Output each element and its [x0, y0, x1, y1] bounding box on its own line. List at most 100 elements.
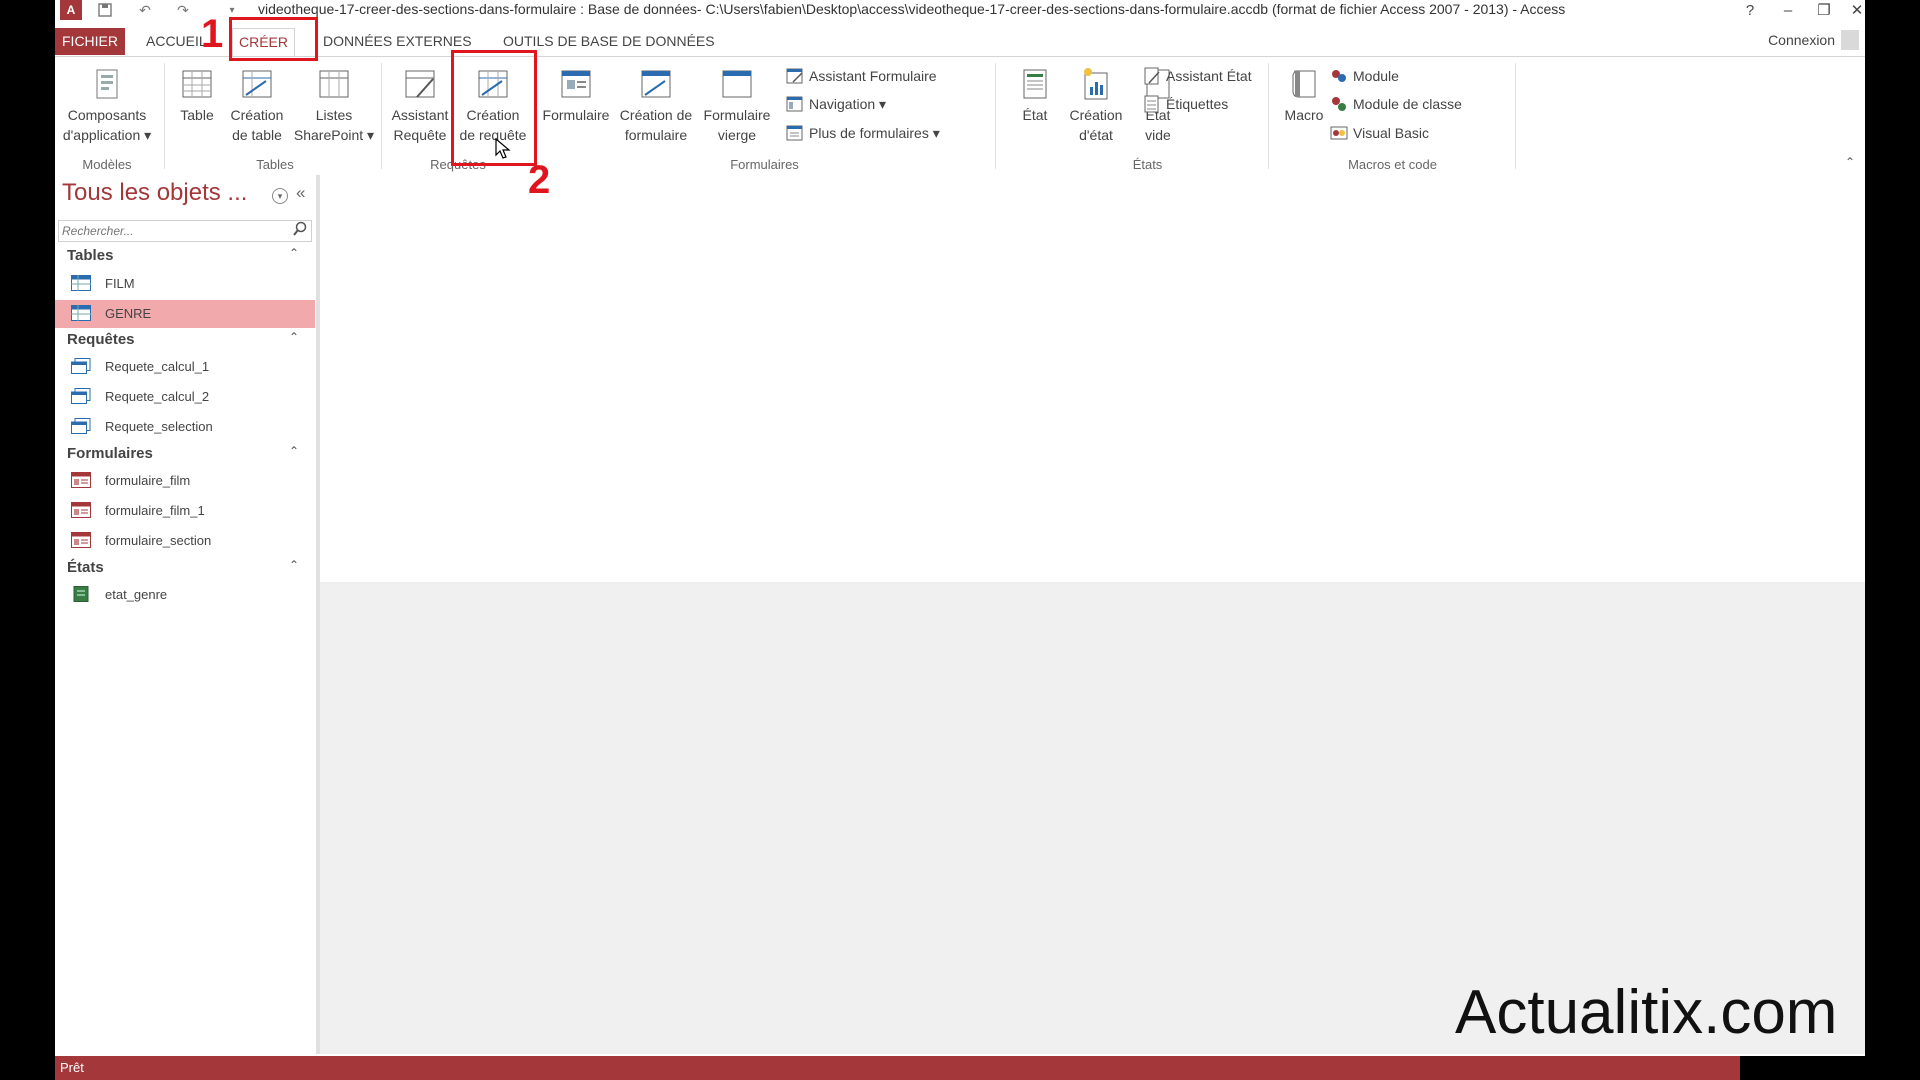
navigation-icon [786, 96, 803, 112]
nav-category-requetes[interactable]: Requêtes ⌃ [55, 329, 315, 353]
user-avatar[interactable] [1841, 30, 1859, 50]
nav-item-formulaire-section[interactable]: formulaire_section [55, 527, 315, 555]
group-label-formulaires: Formulaires [730, 157, 799, 172]
sharepoint-lists-button[interactable]: Listes SharePoint ▾ [291, 67, 377, 145]
more-forms-button[interactable]: Plus de formulaires ▾ [786, 124, 940, 142]
nav-category-formulaires[interactable]: Formulaires ⌃ [55, 443, 315, 467]
collapse-category-icon[interactable]: ⌃ [289, 558, 299, 572]
signin-link[interactable]: Connexion [1768, 32, 1835, 48]
group-separator [1515, 63, 1516, 169]
annotation-highlight-query-design [451, 50, 537, 166]
class-module-button[interactable]: Module de classe [1330, 95, 1462, 113]
nav-item-formulaire-film-1[interactable]: formulaire_film_1 [55, 497, 315, 525]
report-button[interactable]: État [1010, 67, 1060, 125]
nav-category-etats[interactable]: États ⌃ [55, 557, 315, 581]
query-wizard-icon [405, 70, 435, 98]
table-design-label: Création de table [230, 107, 284, 143]
group-label-tables: Tables [256, 157, 294, 172]
nav-item-label: Requete_selection [105, 419, 213, 434]
form-design-button[interactable]: Création de formulaire [616, 67, 696, 145]
sharepoint-lists-icon [319, 70, 349, 98]
redo-icon[interactable]: ↷ [173, 0, 193, 20]
module-label: Module [1353, 68, 1399, 84]
collapse-nav-pane-icon[interactable]: « [296, 183, 305, 203]
annotation-step-1: 1 [201, 12, 224, 56]
nav-item-label: Requete_calcul_1 [105, 359, 210, 374]
nav-item-label: etat_genre [105, 587, 168, 602]
app-parts-button[interactable]: Composants d'application ▾ [55, 67, 159, 145]
module-button[interactable]: Module [1330, 67, 1399, 85]
nav-item-requete-calcul-2[interactable]: Requete_calcul_2 [55, 383, 315, 411]
collapse-category-icon[interactable]: ⌃ [289, 330, 299, 344]
form-icon [71, 532, 91, 548]
tab-file[interactable]: FICHIER [55, 28, 125, 55]
nav-item-film[interactable]: FILM [55, 270, 315, 298]
status-text: Prêt [60, 1060, 84, 1075]
sharepoint-lists-label: Listes SharePoint [293, 107, 364, 143]
nav-item-genre[interactable]: GENRE [55, 300, 315, 328]
group-label-etats: États [1132, 157, 1163, 172]
minimize-button[interactable]: – [1773, 0, 1803, 20]
form-wizard-label: Assistant Formulaire [809, 68, 937, 84]
visual-basic-label: Visual Basic [1353, 125, 1430, 141]
form-button[interactable]: Formulaire [538, 67, 614, 125]
app-parts-label: Composants d'application [62, 107, 147, 143]
nav-item-label: GENRE [105, 306, 152, 321]
collapse-category-icon[interactable]: ⌃ [289, 444, 299, 458]
group-separator [381, 63, 382, 169]
nav-category-label: Requêtes [67, 331, 135, 348]
undo-icon[interactable]: ↶ [135, 0, 155, 20]
search-box [58, 220, 312, 242]
query-wizard-button[interactable]: Assistant Requête [385, 67, 455, 145]
report-design-button[interactable]: Création d'état [1063, 67, 1129, 145]
table-design-button[interactable]: Création de table [225, 67, 289, 145]
report-wizard-button[interactable]: Assistant État [1143, 67, 1252, 85]
table-icon [71, 305, 91, 321]
nav-item-formulaire-film[interactable]: formulaire_film [55, 467, 315, 495]
restore-button[interactable]: ❐ [1809, 0, 1839, 20]
more-forms-label: Plus de formulaires [809, 125, 929, 141]
workspace [320, 175, 1865, 1054]
nav-item-label: formulaire_section [105, 533, 212, 548]
save-icon[interactable] [95, 0, 115, 20]
labels-label: Étiquettes [1166, 96, 1229, 112]
class-module-label: Module de classe [1353, 96, 1462, 112]
report-wizard-icon [1144, 67, 1160, 85]
form-icon [71, 502, 91, 518]
nav-category-tables[interactable]: Tables ⌃ [55, 245, 315, 269]
blank-form-button[interactable]: Formulaire vierge [699, 67, 775, 145]
labels-button[interactable]: Étiquettes [1143, 95, 1228, 113]
annotation-highlight-create-tab [229, 17, 318, 61]
ribbon: Composants d'application ▾ Modèles Table… [55, 56, 1865, 176]
query-icon [71, 418, 91, 434]
nav-pane-menu-icon[interactable]: ▾ [272, 188, 288, 204]
form-design-icon [641, 70, 671, 98]
status-bar: Prêt [55, 1056, 1865, 1080]
visual-basic-button[interactable]: Visual Basic [1330, 124, 1429, 142]
form-wizard-icon [786, 68, 803, 84]
search-icon[interactable] [293, 221, 307, 240]
help-button[interactable]: ? [1735, 0, 1765, 20]
annotation-step-2: 2 [528, 158, 551, 202]
macro-label: Macro [1284, 107, 1324, 123]
report-label: État [1022, 107, 1048, 123]
nav-item-etat-genre[interactable]: etat_genre [55, 581, 315, 609]
search-input[interactable] [59, 221, 284, 241]
form-wizard-button[interactable]: Assistant Formulaire [786, 67, 937, 85]
nav-item-requete-calcul-1[interactable]: Requete_calcul_1 [55, 353, 315, 381]
form-design-label: Création de formulaire [619, 107, 693, 143]
mouse-cursor-icon [495, 137, 511, 165]
macro-button[interactable]: Macro [1274, 67, 1334, 125]
nav-pane-title[interactable]: Tous les objets ... [62, 179, 247, 207]
nav-item-label: formulaire_film_1 [105, 503, 205, 518]
report-design-label: Création d'état [1069, 107, 1123, 143]
table-design-icon [242, 70, 272, 98]
table-icon [71, 275, 91, 291]
navigation-button[interactable]: Navigation ▾ [786, 95, 886, 113]
navigation-pane: Tous les objets ... ▾ « Tables ⌃ FILM GE… [55, 175, 320, 1054]
collapse-category-icon[interactable]: ⌃ [289, 246, 299, 260]
nav-item-requete-selection[interactable]: Requete_selection [55, 413, 315, 441]
collapse-ribbon-icon[interactable]: ⌃ [1845, 155, 1855, 169]
table-button[interactable]: Table [172, 67, 222, 125]
close-button[interactable]: ✕ [1842, 0, 1865, 20]
